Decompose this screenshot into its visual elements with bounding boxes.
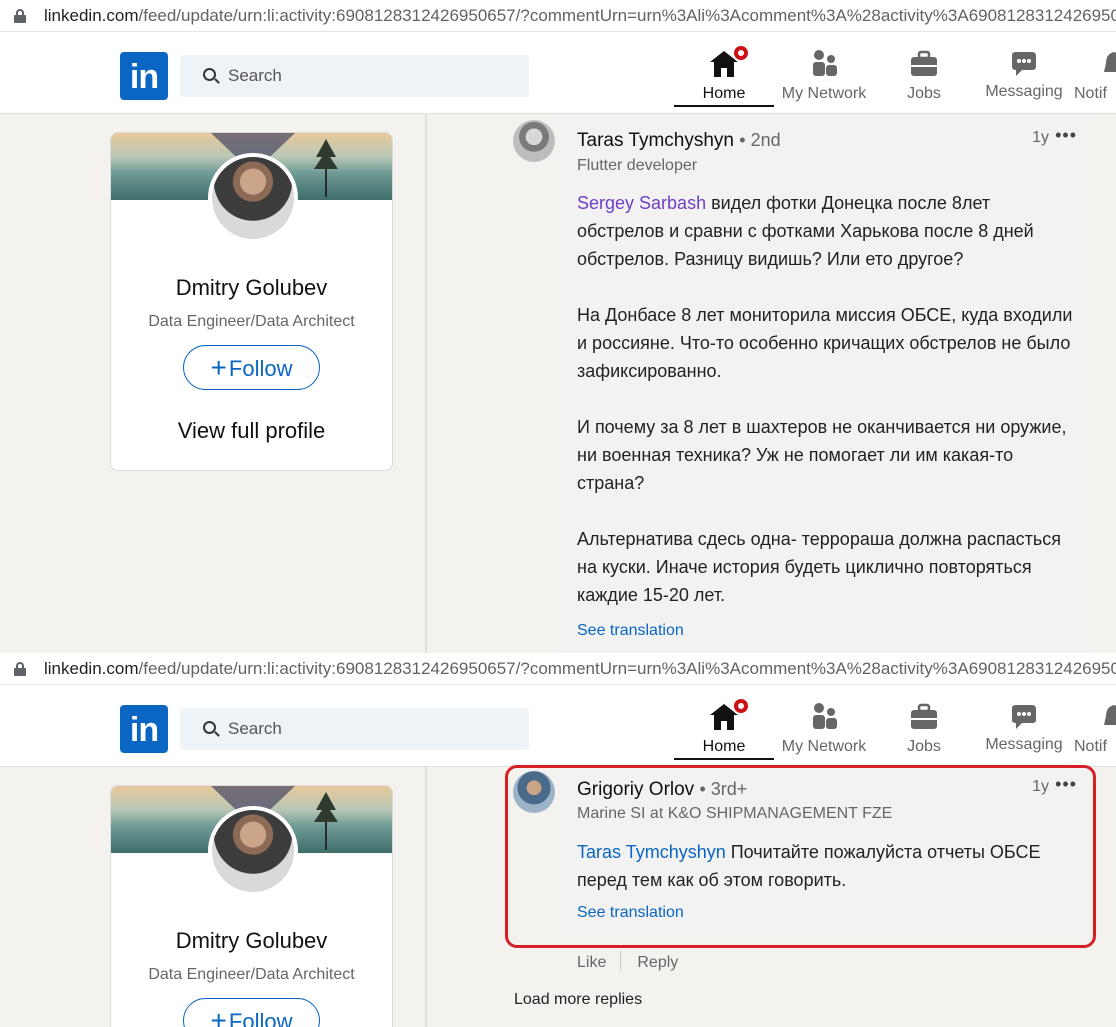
briefcase-icon	[911, 50, 937, 76]
search-input[interactable]	[228, 708, 518, 750]
nav-notifications[interactable]: Notif	[1074, 42, 1116, 112]
lock-icon	[14, 662, 26, 676]
tree-icon	[314, 792, 338, 850]
comment-actions: Like Reply	[577, 951, 678, 972]
action-divider	[620, 951, 622, 971]
profile-avatar[interactable]	[208, 806, 298, 896]
more-options-icon[interactable]: •••	[1055, 125, 1077, 146]
comment-author[interactable]: Taras Tymchyshyn • 2nd	[577, 130, 781, 152]
bell-icon	[1104, 52, 1116, 72]
address-bar[interactable]: linkedin.com/feed/update/urn:li:activity…	[0, 0, 1116, 32]
profile-card: Dmitry Golubev Data Engineer/Data Archit…	[110, 132, 393, 471]
people-icon	[813, 50, 837, 76]
search-icon	[203, 721, 216, 734]
url-text: linkedin.com/feed/update/urn:li:activity…	[44, 6, 1116, 25]
top-navigation: in Home My Network Jobs Messaging Notif	[0, 32, 1116, 114]
search-icon	[203, 68, 216, 81]
comment-text: Sergey Sarbash видел фотки Донецка после…	[577, 193, 1073, 605]
profile-card: Dmitry Golubev Data Engineer/Data Archit…	[110, 785, 393, 1027]
linkedin-logo[interactable]: in	[120, 705, 168, 753]
nav-jobs[interactable]: Jobs	[874, 42, 974, 112]
nav-home[interactable]: Home	[674, 695, 774, 765]
reply-button[interactable]: Reply	[637, 954, 678, 971]
plus-icon: +	[210, 352, 227, 383]
notification-badge	[732, 44, 750, 62]
bell-icon	[1104, 705, 1116, 725]
linkedin-logo[interactable]: in	[120, 52, 168, 100]
connection-degree: • 2nd	[739, 130, 781, 150]
briefcase-icon	[911, 703, 937, 729]
load-more-replies-button[interactable]: Load more replies	[514, 991, 642, 1009]
nav-notifications[interactable]: Notif	[1074, 695, 1116, 765]
url-text: linkedin.com/feed/update/urn:li:activity…	[44, 659, 1116, 678]
comment-bubble: Taras Tymchyshyn • 2nd Flutter developer…	[559, 114, 1089, 653]
notification-badge	[732, 697, 750, 715]
comment-timestamp: 1y	[1032, 129, 1049, 146]
nav-messaging[interactable]: Messaging	[974, 695, 1074, 765]
nav-my-network[interactable]: My Network	[774, 695, 874, 765]
plus-icon: +	[210, 1005, 227, 1027]
profile-name[interactable]: Dmitry Golubev	[111, 928, 392, 954]
follow-button[interactable]: +Follow	[183, 998, 320, 1027]
address-bar[interactable]: linkedin.com/feed/update/urn:li:activity…	[0, 653, 1116, 685]
mention-link[interactable]: Sergey Sarbash	[577, 193, 706, 213]
search-box[interactable]	[180, 708, 529, 750]
nav-home[interactable]: Home	[674, 42, 774, 112]
screenshot-bottom: linkedin.com/feed/update/urn:li:activity…	[0, 653, 1116, 1027]
follow-button[interactable]: +Follow	[183, 345, 320, 390]
message-icon	[1012, 705, 1036, 729]
profile-title: Data Engineer/Data Architect	[148, 313, 355, 330]
nav-messaging[interactable]: Messaging	[974, 42, 1074, 112]
column-divider	[425, 114, 427, 653]
like-button[interactable]: Like	[577, 954, 606, 971]
people-icon	[813, 703, 837, 729]
nav-jobs[interactable]: Jobs	[874, 695, 974, 765]
top-navigation: in Home My Network Jobs Messaging Notif	[0, 685, 1116, 767]
tree-icon	[314, 139, 338, 197]
message-icon	[1012, 52, 1036, 76]
comment-headline: Flutter developer	[577, 157, 698, 174]
profile-name[interactable]: Dmitry Golubev	[111, 275, 392, 301]
see-translation-link[interactable]: See translation	[577, 622, 684, 640]
search-input[interactable]	[228, 55, 518, 97]
highlight-box	[505, 765, 1096, 948]
profile-avatar[interactable]	[208, 153, 298, 243]
column-divider	[425, 767, 427, 1027]
nav-my-network[interactable]: My Network	[774, 42, 874, 112]
view-full-profile-link[interactable]: View full profile	[111, 418, 392, 444]
profile-title: Data Engineer/Data Architect	[148, 966, 355, 983]
lock-icon	[14, 9, 26, 23]
commenter-avatar[interactable]	[513, 120, 555, 162]
screenshot-top: linkedin.com/feed/update/urn:li:activity…	[0, 0, 1116, 653]
search-box[interactable]	[180, 55, 529, 97]
